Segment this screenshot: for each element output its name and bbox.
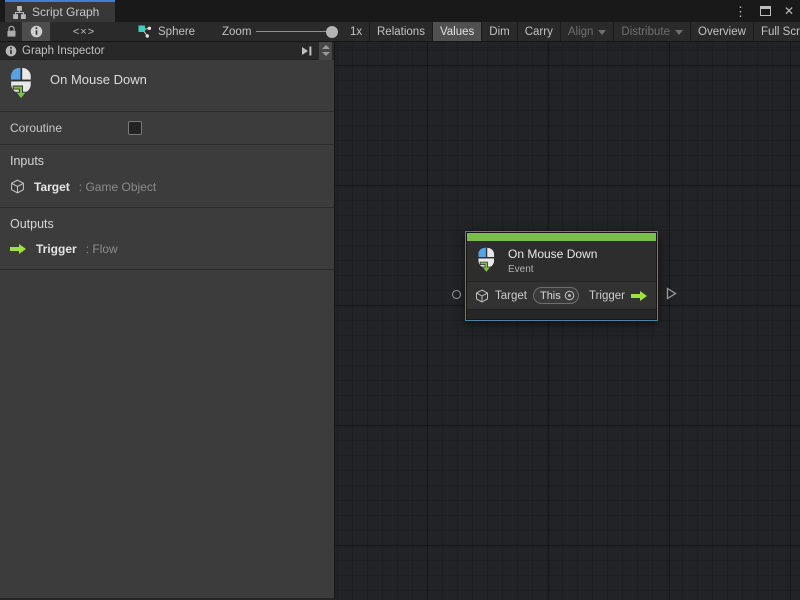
- node-input-label: Target: [495, 290, 527, 302]
- lock-button[interactable]: [0, 22, 22, 41]
- tab-bar: Script Graph ⋮ ✕: [0, 0, 800, 22]
- window-controls: ⋮ ✕: [734, 0, 794, 22]
- graph-target[interactable]: Sphere: [138, 22, 195, 41]
- carry-button[interactable]: Carry: [517, 22, 560, 41]
- node-title: On Mouse Down: [508, 247, 597, 262]
- relations-button[interactable]: Relations: [369, 22, 432, 41]
- object-picker-icon[interactable]: [564, 290, 575, 301]
- selected-unit-header: On Mouse Down: [0, 60, 334, 112]
- target-value: This: [540, 290, 561, 302]
- graph-node-icon: [138, 25, 152, 39]
- node-color-bar: [467, 233, 656, 241]
- distribute-dropdown[interactable]: Distribute: [613, 22, 690, 41]
- graph-inspector-panel: Graph Inspector On Mouse Down Coroutine: [0, 42, 335, 600]
- input-port-row: Target : Game Object: [10, 179, 324, 194]
- overview-button[interactable]: Overview: [690, 22, 753, 41]
- inspector-empty-area: [0, 270, 334, 598]
- unit-title: On Mouse Down: [50, 72, 147, 87]
- flow-arrow-icon[interactable]: [631, 290, 648, 302]
- target-value-pill[interactable]: This: [533, 287, 579, 304]
- coroutine-checkbox[interactable]: [128, 121, 142, 135]
- graph-target-label: Sphere: [158, 26, 195, 38]
- inspector-toggle-button[interactable]: [22, 22, 50, 41]
- input-port-type: Game Object: [85, 180, 156, 194]
- inputs-title: Inputs: [10, 154, 324, 168]
- node-ports-row: Target This Trigger: [467, 281, 656, 309]
- graph-inspector-title: Graph Inspector: [22, 45, 104, 57]
- graph-hierarchy-icon: [13, 6, 26, 19]
- output-port-name: Trigger: [36, 242, 77, 256]
- panel-scroll-spinner[interactable]: [318, 42, 332, 60]
- zoom-value: 1x: [350, 22, 362, 41]
- coroutine-label: Coroutine: [10, 121, 128, 135]
- game-object-cube-icon: [10, 179, 25, 194]
- mouse-down-icon: [8, 67, 37, 101]
- game-object-cube-icon: [475, 289, 489, 303]
- output-port-row: Trigger : Flow: [10, 242, 324, 256]
- code-view-button[interactable]: <×>: [62, 22, 106, 41]
- graph-inspector-header: Graph Inspector: [0, 42, 334, 60]
- node-header[interactable]: On Mouse Down Event: [467, 241, 656, 281]
- on-mouse-down-node[interactable]: On Mouse Down Event Target This: [465, 231, 658, 321]
- info-icon: [5, 45, 17, 57]
- main-area: Graph Inspector On Mouse Down Coroutine: [0, 42, 800, 600]
- tab-label: Script Graph: [32, 5, 99, 19]
- graph-canvas[interactable]: On Mouse Down Event Target This: [335, 42, 800, 600]
- values-button[interactable]: Values: [432, 22, 481, 41]
- zoom-slider-track[interactable]: [256, 31, 336, 32]
- lock-icon: [6, 25, 17, 38]
- window-menu-icon[interactable]: ⋮: [734, 5, 747, 18]
- close-icon[interactable]: ✕: [784, 5, 794, 17]
- scroll-down-icon[interactable]: [322, 52, 330, 56]
- align-dropdown[interactable]: Align: [560, 22, 614, 41]
- zoom-label: Zoom: [222, 22, 251, 41]
- scroll-up-icon[interactable]: [322, 45, 330, 49]
- node-input-connection-port[interactable]: [452, 290, 461, 299]
- input-port-name: Target: [34, 180, 70, 194]
- inputs-section: Inputs Target : Game Object: [0, 145, 334, 208]
- tab-script-graph[interactable]: Script Graph: [5, 0, 115, 22]
- flow-arrow-icon: [10, 243, 27, 255]
- dock-panel-icon[interactable]: [301, 45, 313, 57]
- zoom-slider[interactable]: [256, 22, 344, 41]
- toolbar-buttons: Relations Values Dim Carry Align Distrib…: [369, 22, 800, 41]
- graph-toolbar: <×> Sphere Zoom 1x Relations Values Dim …: [0, 22, 800, 42]
- zoom-slider-handle[interactable]: [326, 26, 338, 38]
- dropdown-caret-icon: [675, 30, 683, 35]
- maximize-icon[interactable]: [760, 6, 771, 16]
- coroutine-row: Coroutine: [0, 112, 334, 145]
- script-graph-window: Script Graph ⋮ ✕ <×> Sphere Zoo: [0, 0, 800, 600]
- outputs-title: Outputs: [10, 217, 324, 231]
- mouse-down-icon: [476, 247, 499, 274]
- info-icon: [30, 25, 43, 38]
- node-subtitle: Event: [508, 264, 597, 275]
- node-output-connection-port[interactable]: [666, 287, 677, 300]
- code-icon: <×>: [73, 26, 95, 38]
- node-footer: [467, 309, 656, 319]
- fullscreen-button[interactable]: Full Screen: [753, 22, 800, 41]
- dim-button[interactable]: Dim: [481, 22, 516, 41]
- outputs-section: Outputs Trigger : Flow: [0, 208, 334, 270]
- dropdown-caret-icon: [598, 30, 606, 35]
- output-port-type: Flow: [92, 242, 117, 256]
- node-output-label: Trigger: [589, 290, 625, 302]
